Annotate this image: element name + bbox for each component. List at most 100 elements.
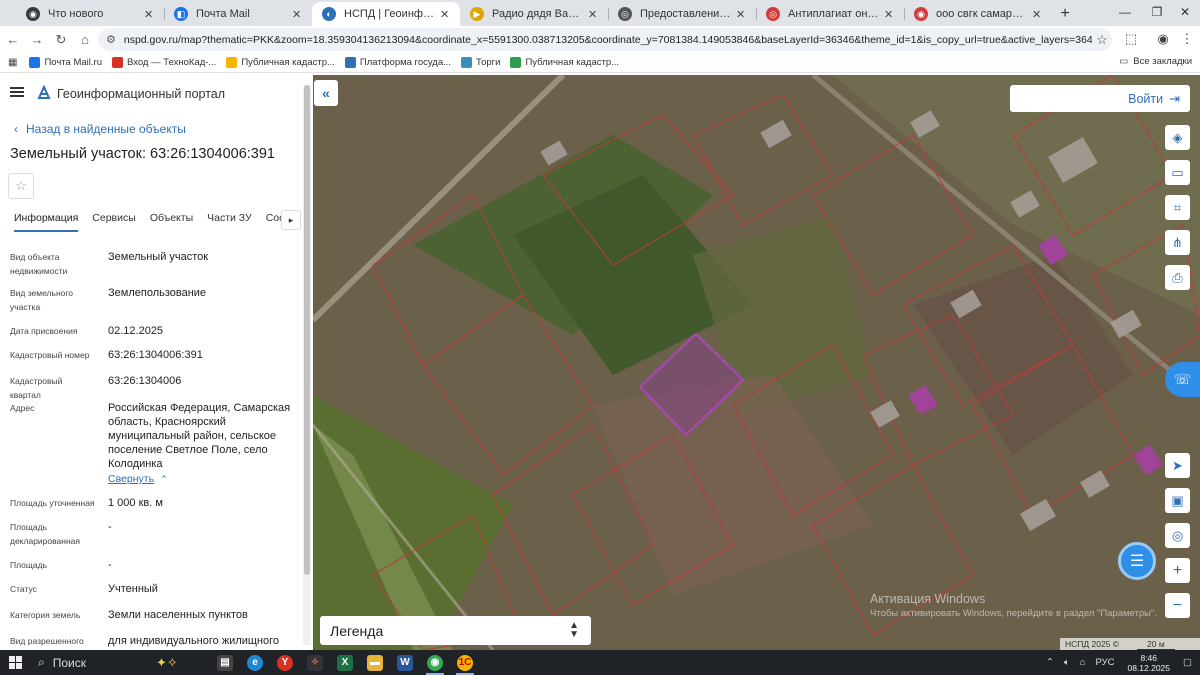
apps-grid-icon[interactable]: ▦ <box>8 57 17 68</box>
word-icon[interactable]: W <box>390 650 420 675</box>
site-info-icon[interactable]: ⚙ <box>106 33 116 46</box>
menu-icon[interactable]: ⋮ <box>1176 28 1198 50</box>
file-explorer-icon[interactable]: ▬ <box>360 650 390 675</box>
volume-icon[interactable]: 🔈︎ <box>1064 657 1070 668</box>
new-tab-button[interactable]: + <box>1052 2 1078 26</box>
extensions-icon[interactable]: ⬚ <box>1120 28 1142 50</box>
bookmark-item[interactable]: Вход — ТехноКад-... <box>111 57 216 68</box>
close-window-button[interactable]: ✕ <box>1170 0 1200 24</box>
edge-icon[interactable]: e <box>240 650 270 675</box>
notifications-icon[interactable]: ▢ <box>1183 657 1192 668</box>
portal-logo-icon <box>37 85 51 99</box>
collapse-panel-button[interactable]: « <box>314 80 338 106</box>
bookmark-item[interactable]: Публичная кадастр... <box>226 57 335 68</box>
map-view[interactable] <box>313 75 1200 650</box>
tabs-scroll-right-icon[interactable]: ▸ <box>281 210 301 230</box>
info-tab[interactable]: Части ЗУ <box>207 208 252 232</box>
browser-tab[interactable]: ◐ НСПД | Геоинформационный ✕ <box>312 2 460 26</box>
bookmark-item[interactable]: Торги <box>461 57 500 68</box>
yandex-icon[interactable]: Y <box>270 650 300 675</box>
info-tabs: ИнформацияСервисыОбъектыЧасти ЗУСоста <box>0 208 303 232</box>
info-tab[interactable]: Сервисы <box>92 208 136 232</box>
favorite-star-icon[interactable]: ☆ <box>8 173 34 199</box>
info-tab[interactable]: Информация <box>14 208 79 232</box>
basemap-icon[interactable]: ▣ <box>1165 488 1190 513</box>
measure-ruler-icon[interactable]: ▭ <box>1165 160 1190 185</box>
tab-close-icon[interactable]: ✕ <box>440 8 452 21</box>
back-to-results-link[interactable]: ‹ Назад в найденные объекты <box>14 122 186 136</box>
browser-toolbar: ← → ↻ ⌂ ⚙ nspd.gov.ru/map?thematic=PKK&z… <box>0 26 1200 53</box>
bookmark-label: Платформа госуда... <box>359 57 452 68</box>
info-panel: Геоинформационный портал ‹ Назад в найде… <box>0 75 313 650</box>
tab-close-icon[interactable]: ✕ <box>292 8 304 21</box>
share-icon[interactable]: ⋔ <box>1165 230 1190 255</box>
select-area-icon[interactable]: ⌗ <box>1165 195 1190 220</box>
minimize-button[interactable]: — <box>1110 0 1140 24</box>
chevron-left-icon: ‹ <box>14 122 18 136</box>
tab-close-icon[interactable]: ✕ <box>884 8 896 21</box>
bookmark-item[interactable]: Почта Mail.ru <box>29 57 102 68</box>
info-tab[interactable]: Объекты <box>150 208 193 232</box>
collapse-address-link[interactable]: Свернуть <box>108 473 154 485</box>
tab-close-icon[interactable]: ✕ <box>588 8 600 21</box>
panel-scrollbar[interactable] <box>303 85 311 645</box>
scrollbar-thumb[interactable] <box>304 85 310 575</box>
address-bar[interactable]: ⚙ nspd.gov.ru/map?thematic=PKK&zoom=18.3… <box>98 28 1112 51</box>
bookmark-favicon-icon <box>111 57 123 68</box>
satellite-map[interactable] <box>313 75 1200 650</box>
task-view-icon[interactable]: ▤ <box>210 650 240 675</box>
clock[interactable]: 8:46 08.12.2025 <box>1127 653 1170 673</box>
tab-close-icon[interactable]: ✕ <box>144 8 156 21</box>
browser-tab[interactable]: ◎ Предоставление сведений из ✕ <box>608 2 756 26</box>
bookmark-favicon-icon <box>29 57 41 68</box>
bookmark-star-icon[interactable]: ☆ <box>1092 32 1112 48</box>
taskbar-search[interactable]: ⌕ Поиск ✦✧ <box>30 650 210 675</box>
hamburger-menu-icon[interactable] <box>10 87 24 97</box>
reload-icon[interactable]: ↻ <box>50 29 72 51</box>
tab-close-icon[interactable]: ✕ <box>1032 8 1044 21</box>
maximize-button[interactable]: ❐ <box>1142 0 1172 24</box>
back-icon[interactable]: ← <box>2 29 24 51</box>
bookmark-label: Почта Mail.ru <box>44 57 102 68</box>
attribute-value: Землепользование <box>108 287 207 299</box>
zoom-in-button[interactable]: + <box>1165 558 1190 583</box>
chat-bubble-icon[interactable]: ☰ <box>1118 542 1156 580</box>
attribute-key: Вид разрешенного <box>10 636 84 646</box>
attribute-key: Категория земель <box>10 610 81 620</box>
sparkle-icon: ✦✧ <box>156 654 178 670</box>
all-bookmarks[interactable]: ▭ Все закладки <box>1119 56 1192 67</box>
bookmark-item[interactable]: Публичная кадастр... <box>510 57 619 68</box>
network-icon[interactable]: ⌂ <box>1080 657 1086 668</box>
bookmark-label: Публичная кадастр... <box>525 57 620 68</box>
1c-icon[interactable]: 1С <box>450 650 480 675</box>
browser-tab[interactable]: ▶ Радио дядя Ваня на даче слу ✕ <box>460 2 608 26</box>
browser-tab[interactable]: ◧ Почта Mail ✕ <box>164 2 312 26</box>
browser-tab[interactable]: ◉ Что нового ✕ <box>16 2 164 26</box>
attribute-value: Земли населенных пунктов <box>108 609 248 621</box>
tab-close-icon[interactable]: ✕ <box>736 8 748 21</box>
start-button[interactable] <box>0 650 30 675</box>
home-icon[interactable]: ⌂ <box>74 29 96 51</box>
forward-icon[interactable]: → <box>26 29 48 51</box>
help-chat-icon[interactable]: ☏ <box>1165 362 1200 397</box>
chevron-up-icon[interactable]: ⌃ <box>1046 657 1054 668</box>
login-button[interactable]: Войти ⇥ <box>1010 85 1190 112</box>
attribute-value: 63:26:1304006:391 <box>108 349 203 361</box>
browser-tab[interactable]: ◎ Антиплагиат онлайн, провер ✕ <box>756 2 904 26</box>
tab-label: Антиплагиат онлайн, провер <box>788 8 880 20</box>
layers-icon[interactable]: ◈ <box>1165 125 1190 150</box>
geolocation-icon[interactable]: ◎ <box>1165 523 1190 548</box>
legend-toggle[interactable]: Легенда ▲ ▼ <box>320 616 591 645</box>
browser-tab[interactable]: ◉ ооо свгк самара официальны ✕ <box>904 2 1052 26</box>
language-indicator[interactable]: РУС <box>1095 657 1114 668</box>
excel-icon[interactable]: X <box>330 650 360 675</box>
chrome-icon[interactable]: ◉ <box>420 650 450 675</box>
profile-icon[interactable]: ◉ <box>1152 28 1174 50</box>
attribute-key: Кадастровый номер <box>10 350 90 360</box>
windows-logo-icon <box>8 656 22 669</box>
zoom-out-button[interactable]: − <box>1165 593 1190 618</box>
locate-icon[interactable]: ➤ <box>1165 453 1190 478</box>
app-icon[interactable]: ✧ <box>300 650 330 675</box>
print-icon[interactable]: ⎙ <box>1165 265 1190 290</box>
bookmark-item[interactable]: Платформа госуда... <box>344 57 452 68</box>
